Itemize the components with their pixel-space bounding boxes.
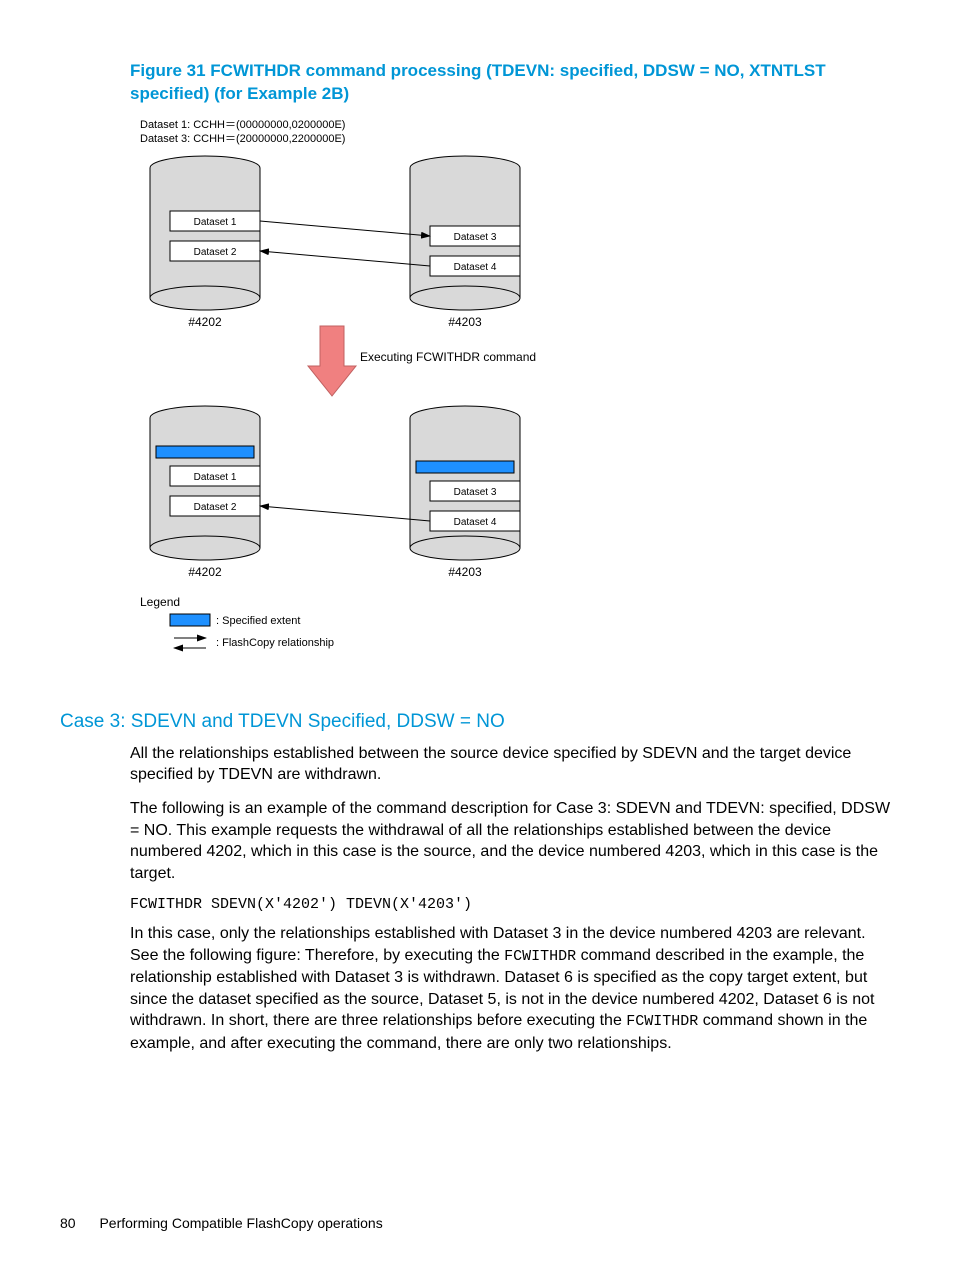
dev-label-a-bot: #4202 xyxy=(188,565,222,579)
dataset-header-2: Dataset 3: CCHH＝(20000000,2200000E) xyxy=(140,133,345,145)
case3-code: FCWITHDR SDEVN(X'4202') TDEVN(X'4203') xyxy=(130,896,894,913)
label-ds2-bot: Dataset 2 xyxy=(194,502,237,513)
label-ds1-top: Dataset 1 xyxy=(194,217,237,228)
specified-extent-left xyxy=(156,446,254,458)
label-ds3-bot: Dataset 3 xyxy=(454,487,497,498)
arrow-ds4-ds2-bot xyxy=(260,506,430,521)
case3-title: Case 3: SDEVN and TDEVN Specified, DDSW … xyxy=(60,711,894,733)
legend-arrows-icon xyxy=(174,638,206,648)
down-arrow-icon xyxy=(308,326,356,396)
chapter-title: Performing Compatible FlashCopy operatio… xyxy=(99,1215,382,1231)
cylinder-bottom-right: Dataset 3 Dataset 4 xyxy=(410,406,520,560)
cylinder-bottom-left: Dataset 1 Dataset 2 xyxy=(150,406,260,560)
legend-extent-label: : Specified extent xyxy=(216,615,300,627)
arrow-ds1-ds3 xyxy=(260,221,430,236)
dataset-header-1: Dataset 1: CCHH＝(00000000,0200000E) xyxy=(140,119,345,131)
page-number: 80 xyxy=(60,1215,76,1231)
page-footer: 80 Performing Compatible FlashCopy opera… xyxy=(60,1215,383,1231)
cylinder-top-left: Dataset 1 Dataset 2 xyxy=(150,156,260,310)
legend-fc-label: : FlashCopy relationship xyxy=(216,637,334,649)
label-ds4-bot: Dataset 4 xyxy=(454,517,497,528)
label-ds2-top: Dataset 2 xyxy=(194,247,237,258)
mono-fcwithdr-1: FCWITHDR xyxy=(504,948,576,965)
label-ds1-bot: Dataset 1 xyxy=(194,472,237,483)
cylinder-top-right: Dataset 3 Dataset 4 xyxy=(410,156,520,310)
legend-title: Legend xyxy=(140,595,180,609)
figure-title: Figure 31 FCWITHDR command processing (T… xyxy=(130,60,894,106)
specified-extent-right xyxy=(416,461,514,473)
legend-extent-icon xyxy=(170,614,210,626)
dev-label-b-bot: #4203 xyxy=(448,565,482,579)
exec-label: Executing FCWITHDR command xyxy=(360,350,536,364)
mono-fcwithdr-2: FCWITHDR xyxy=(626,1013,698,1030)
case3-p1: All the relationships established betwee… xyxy=(130,743,894,786)
case3-p3: In this case, only the relationships est… xyxy=(130,923,894,1054)
case3-p2: The following is an example of the comma… xyxy=(130,798,894,884)
label-ds3-top: Dataset 3 xyxy=(454,232,497,243)
dev-label-b-top: #4203 xyxy=(448,315,482,329)
label-ds4-top: Dataset 4 xyxy=(454,262,497,273)
figure-diagram: Dataset 1: CCHH＝(00000000,0200000E) Data… xyxy=(140,116,894,681)
dev-label-a-top: #4202 xyxy=(188,315,222,329)
arrow-ds4-ds2 xyxy=(260,251,430,266)
